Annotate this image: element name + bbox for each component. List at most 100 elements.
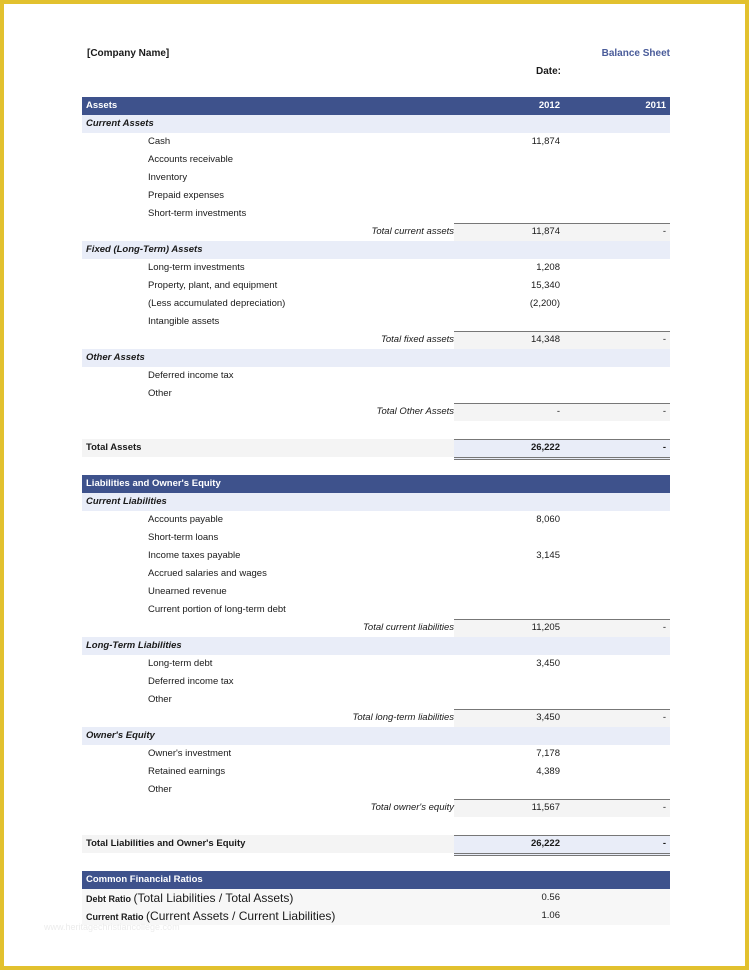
subsection-title: Current Liabilities xyxy=(86,496,167,507)
subtotal-row: Total current liabilities 11,205 - xyxy=(82,619,670,637)
subsection-title: Current Assets xyxy=(86,118,154,129)
line-item-label: Income taxes payable xyxy=(148,550,241,561)
line-item-label: Accounts payable xyxy=(148,514,223,525)
subtotal-row: Total owner's equity 11,567 - xyxy=(82,799,670,817)
line-item-value-2012[interactable]: 7,178 xyxy=(536,745,560,763)
subtotal-value-box xyxy=(454,223,670,241)
line-item-row: Unearned revenue xyxy=(82,583,670,601)
grand-total-value-2012: 26,222 xyxy=(530,442,560,453)
line-item-value-2012[interactable]: 4,389 xyxy=(536,763,560,781)
subtotal-value-2011: - xyxy=(662,226,666,237)
line-item-label: Cash xyxy=(148,136,171,147)
subsection-title-row: Current Liabilities xyxy=(82,493,670,511)
watermark: www.heritagechristiancollege.com xyxy=(44,922,180,932)
subtotal-value-2011: - xyxy=(662,622,666,633)
line-item-label: Long-term debt xyxy=(148,658,213,669)
subsection-title: Long-Term Liabilities xyxy=(86,640,182,651)
line-item-row: Intangible assets xyxy=(82,313,670,331)
document-title: Balance Sheet xyxy=(601,48,670,59)
line-item-label: (Less accumulated depreciation) xyxy=(148,298,286,309)
grand-total-row: Total Liabilities and Owner's Equity 26,2… xyxy=(82,835,670,856)
line-item-row: Owner's investment 7,178 xyxy=(82,745,670,763)
line-item-row: Other xyxy=(82,385,670,403)
ratio-value: 1.06 xyxy=(541,910,561,921)
subtotal-value-box xyxy=(454,331,670,349)
line-item-label: Short-term investments xyxy=(148,208,247,219)
line-item-label: Retained earnings xyxy=(148,766,226,777)
subtotal-value-2011: - xyxy=(662,334,666,345)
subtotal-label: Total fixed assets xyxy=(380,334,454,345)
section-header-label: Liabilities and Owner's Equity xyxy=(86,478,221,489)
grand-total-value-box xyxy=(454,439,670,460)
ratios-header-label: Common Financial Ratios xyxy=(86,874,203,885)
line-item-label: Other xyxy=(148,784,172,795)
line-item-row: Accounts payable 8,060 xyxy=(82,511,670,529)
subtotal-label: Total current liabilities xyxy=(363,622,454,633)
subsection-title-row: Current Assets xyxy=(82,115,670,133)
line-item-row: Long-term investments 1,208 xyxy=(82,259,670,277)
line-item-row: Short-term investments xyxy=(82,205,670,223)
line-item-label: Deferred income tax xyxy=(148,370,234,381)
subsection-title: Owner's Equity xyxy=(86,730,155,741)
line-item-value-2012[interactable]: (2,200) xyxy=(530,295,560,313)
line-item-row: Deferred income tax xyxy=(82,673,670,691)
subtotal-row: Total fixed assets 14,348 - xyxy=(82,331,670,349)
line-item-value-2012[interactable]: 15,340 xyxy=(531,277,560,295)
subtotal-value-box xyxy=(454,709,670,727)
section-header-label: Assets xyxy=(86,100,118,111)
line-item-label: Deferred income tax xyxy=(148,676,234,687)
line-item-value-2012[interactable]: 11,874 xyxy=(532,133,560,151)
line-item-label: Other xyxy=(148,694,172,705)
line-item-label: Current portion of long-term debt xyxy=(148,604,286,615)
subtotal-value-box xyxy=(454,799,670,817)
date-label: Date: xyxy=(536,66,562,77)
balance-sheet-table: Assets 2012 2011 Current Assets Cash 11,874 Ac… xyxy=(82,97,670,925)
subtotal-row: Total Other Assets - - xyxy=(82,403,670,421)
line-item-row: Cash 11,874 xyxy=(82,133,670,151)
line-item-value-2012[interactable]: 8,060 xyxy=(536,511,560,529)
ratio-row: Debt Ratio (Total Liabilities / Total As… xyxy=(82,889,670,907)
line-item-label: Other xyxy=(148,388,172,399)
subsection-title: Fixed (Long-Term) Assets xyxy=(86,244,203,255)
subsection-title-row: Other Assets xyxy=(82,349,670,367)
subsection-title: Other Assets xyxy=(86,352,145,363)
line-item-row: Other xyxy=(82,781,670,799)
line-item-label: Short-term loans xyxy=(148,532,219,543)
ratio-name: Debt Ratio xyxy=(86,894,131,904)
line-item-value-2012[interactable]: 3,450 xyxy=(536,655,560,673)
grand-total-row: Total Assets 26,222 - xyxy=(82,439,670,460)
grand-total-label: Total Liabilities and Owner's Equity xyxy=(86,838,246,849)
ratio-label: Debt Ratio (Total Liabilities / Total As… xyxy=(86,889,293,908)
line-item-row: Inventory xyxy=(82,169,670,187)
section-header-row: Assets 2012 2011 xyxy=(82,97,670,115)
section-header-row: Liabilities and Owner's Equity xyxy=(82,475,670,493)
ratio-name: Current Ratio xyxy=(86,912,144,922)
line-item-value-2012[interactable]: 1,208 xyxy=(536,259,560,277)
line-item-label: Accrued salaries and wages xyxy=(148,568,267,579)
line-item-row: Long-term debt 3,450 xyxy=(82,655,670,673)
line-item-label: Inventory xyxy=(148,172,188,183)
grand-total-label: Total Assets xyxy=(86,442,142,453)
subtotal-row: Total current assets 11,874 - xyxy=(82,223,670,241)
subtotal-value-2012: 11,567 xyxy=(531,802,560,813)
row-spacer xyxy=(82,421,670,439)
line-item-row: Accounts receivable xyxy=(82,151,670,169)
line-item-row: Short-term loans xyxy=(82,529,670,547)
line-item-value-2012[interactable]: 3,145 xyxy=(536,547,560,565)
line-item-label: Owner's investment xyxy=(148,748,232,759)
line-item-row: Retained earnings 4,389 xyxy=(82,763,670,781)
grand-total-value-2011: - xyxy=(662,838,666,849)
subtotal-label: Total owner's equity xyxy=(370,802,454,813)
line-item-row: Current portion of long-term debt xyxy=(82,601,670,619)
company-name: [Company Name] xyxy=(87,48,170,59)
line-item-label: Long-term investments xyxy=(148,262,245,273)
line-item-label: Property, plant, and equipment xyxy=(148,280,278,291)
grand-total-value-box xyxy=(454,835,670,856)
line-item-row: Accrued salaries and wages xyxy=(82,565,670,583)
grand-total-value-2011: - xyxy=(662,442,666,453)
line-item-row: (Less accumulated depreciation) (2,200) xyxy=(82,295,670,313)
line-item-row: Prepaid expenses xyxy=(82,187,670,205)
row-spacer xyxy=(82,817,670,835)
ratio-formula: (Total Liabilities / Total Assets) xyxy=(133,891,294,905)
subtotal-value-2011: - xyxy=(662,712,666,723)
